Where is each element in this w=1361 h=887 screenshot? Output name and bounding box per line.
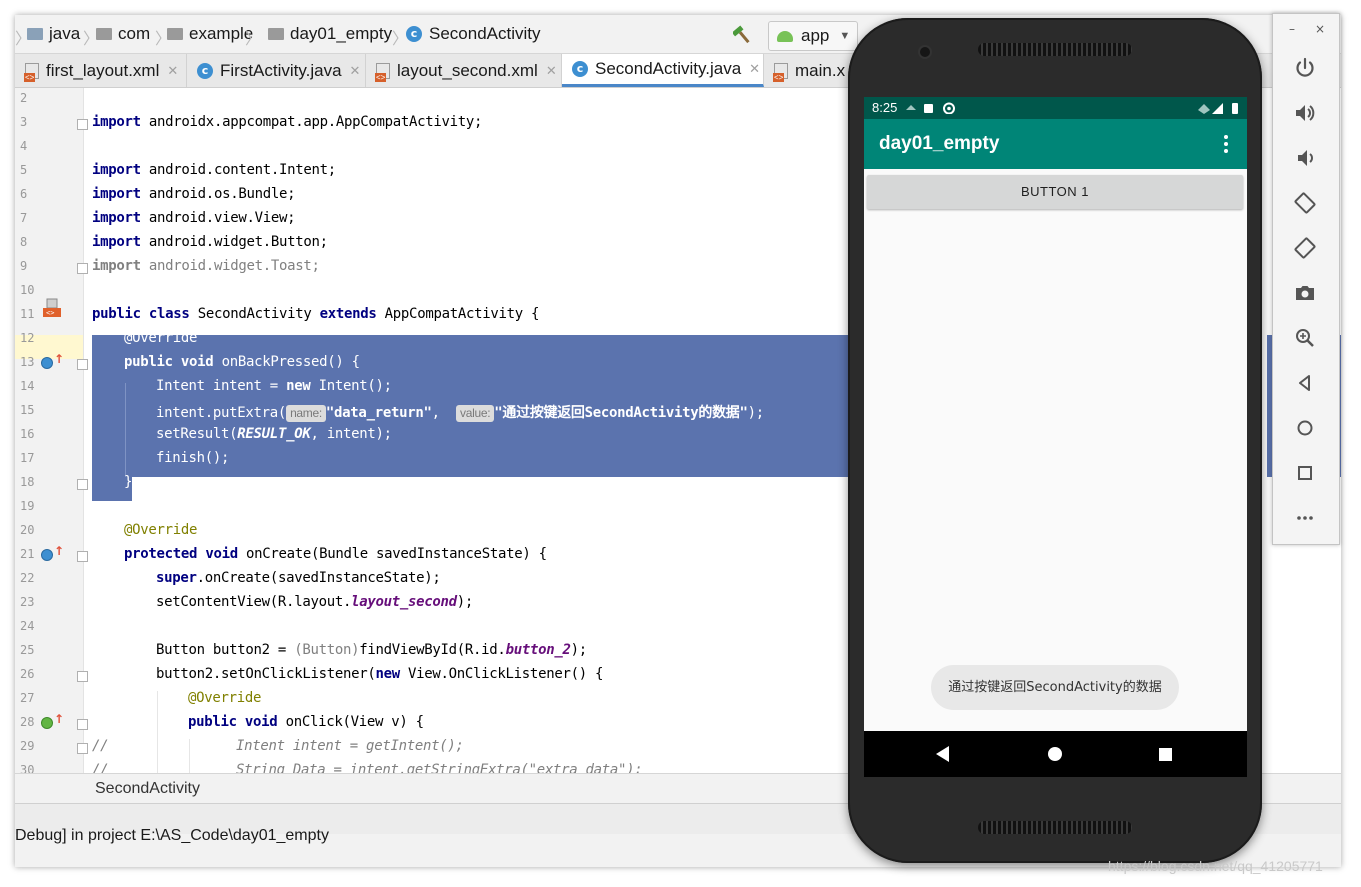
overview-icon[interactable] xyxy=(1293,461,1317,485)
breadcrumb-secondactivity[interactable]: c SecondActivity xyxy=(406,23,541,45)
xml-file-icon xyxy=(24,62,39,82)
front-camera xyxy=(918,45,932,59)
run-configuration-select[interactable]: app ▼ xyxy=(768,21,858,51)
package-icon xyxy=(268,28,284,40)
tab-first-layout-xml[interactable]: first_layout.xml✕ xyxy=(15,54,187,87)
emulator-phone: 8:25 day01_empty BUTTON 1 通过按键返回SecondAc… xyxy=(848,18,1262,863)
breadcrumb-example[interactable]: example xyxy=(167,23,253,45)
fold-marker-icon[interactable] xyxy=(77,551,88,562)
status-signal-battery-icons xyxy=(1198,103,1238,114)
package-icon xyxy=(96,28,112,40)
more-icon[interactable] xyxy=(1293,506,1317,530)
nav-recents-icon[interactable] xyxy=(1159,748,1172,761)
breadcrumb-day01-empty[interactable]: day01_empty xyxy=(268,23,392,45)
close-button[interactable]: × xyxy=(1315,22,1325,36)
toast-message: 通过按键返回SecondActivity的数据 xyxy=(931,665,1179,710)
app-title: day01_empty xyxy=(879,133,1000,154)
xml-file-icon xyxy=(375,62,390,82)
status-notification-icons xyxy=(906,102,955,114)
speaker-grille xyxy=(978,821,1132,834)
tab-firstactivity-java[interactable]: c FirstActivity.java ✕ xyxy=(187,54,366,87)
phone-screen[interactable]: 8:25 day01_empty BUTTON 1 通过按键返回SecondAc… xyxy=(864,97,1247,777)
android-icon xyxy=(777,30,793,42)
status-bar: 8:25 xyxy=(864,97,1247,119)
watermark: https://blog.csdn.net/qq_41205771 xyxy=(1108,858,1323,874)
build-hammer-icon[interactable] xyxy=(733,25,753,45)
fold-marker-icon[interactable] xyxy=(77,119,88,130)
arrow-up-icon: ↑ xyxy=(54,712,65,726)
close-icon[interactable]: ✕ xyxy=(167,63,178,79)
xml-file-icon xyxy=(773,62,788,82)
back-icon[interactable] xyxy=(1293,371,1317,395)
class-icon: c xyxy=(572,61,588,77)
layout-file-icon[interactable]: <> xyxy=(42,298,62,318)
camera-icon[interactable] xyxy=(1293,281,1317,305)
nav-home-icon[interactable] xyxy=(1048,747,1062,761)
folder-icon xyxy=(27,28,43,40)
breadcrumb-java[interactable]: java xyxy=(27,23,80,45)
console-output: Debug] in project E:\AS_Code\day01_empty xyxy=(15,827,329,844)
close-icon[interactable]: ✕ xyxy=(350,63,361,79)
app-bar: day01_empty xyxy=(864,119,1247,169)
volume-down-icon[interactable] xyxy=(1293,146,1317,170)
rotate-right-icon[interactable] xyxy=(1293,236,1317,260)
system-navigation-bar xyxy=(864,731,1247,777)
rotate-left-icon[interactable] xyxy=(1293,191,1317,215)
fold-marker-icon[interactable] xyxy=(77,719,88,730)
override-marker-icon[interactable] xyxy=(41,357,53,369)
chevron-down-icon: ▼ xyxy=(839,30,851,42)
volume-up-icon[interactable] xyxy=(1293,101,1317,125)
fold-marker-icon[interactable] xyxy=(77,671,88,682)
power-icon[interactable] xyxy=(1293,56,1317,80)
speaker-grille xyxy=(978,43,1132,56)
minimize-button[interactable]: – xyxy=(1289,22,1295,36)
tab-layout-second-xml[interactable]: layout_second.xml✕ xyxy=(366,54,562,87)
breadcrumb-com[interactable]: com xyxy=(96,23,150,45)
parameter-hint: name: xyxy=(286,405,326,422)
button-1[interactable]: BUTTON 1 xyxy=(867,175,1243,209)
emulator-toolbar: – × xyxy=(1272,13,1340,545)
arrow-up-icon: ↑ xyxy=(54,352,65,366)
override-marker-icon[interactable] xyxy=(41,549,53,561)
overflow-menu-icon[interactable] xyxy=(1222,133,1230,155)
package-icon xyxy=(167,28,183,40)
arrow-up-icon: ↑ xyxy=(54,544,65,558)
zoom-icon[interactable] xyxy=(1293,326,1317,350)
close-icon[interactable]: ✕ xyxy=(749,61,760,77)
close-icon[interactable]: ✕ xyxy=(546,63,557,79)
tab-secondactivity-java[interactable]: c SecondActivity.java ✕ xyxy=(562,54,764,87)
nav-back-icon[interactable] xyxy=(936,746,949,762)
implements-marker-icon[interactable] xyxy=(41,717,53,729)
fold-marker-icon[interactable] xyxy=(77,743,88,754)
svg-text:<>: <> xyxy=(46,309,54,317)
fold-marker-icon[interactable] xyxy=(77,479,88,490)
class-icon: c xyxy=(406,26,422,42)
fold-marker-icon[interactable] xyxy=(77,359,88,370)
parameter-hint: value: xyxy=(456,405,495,422)
home-icon[interactable] xyxy=(1293,416,1317,440)
class-icon: c xyxy=(197,62,213,79)
fold-marker-icon[interactable] xyxy=(77,263,88,274)
breadcrumb-separator: 〉 xyxy=(245,29,262,48)
